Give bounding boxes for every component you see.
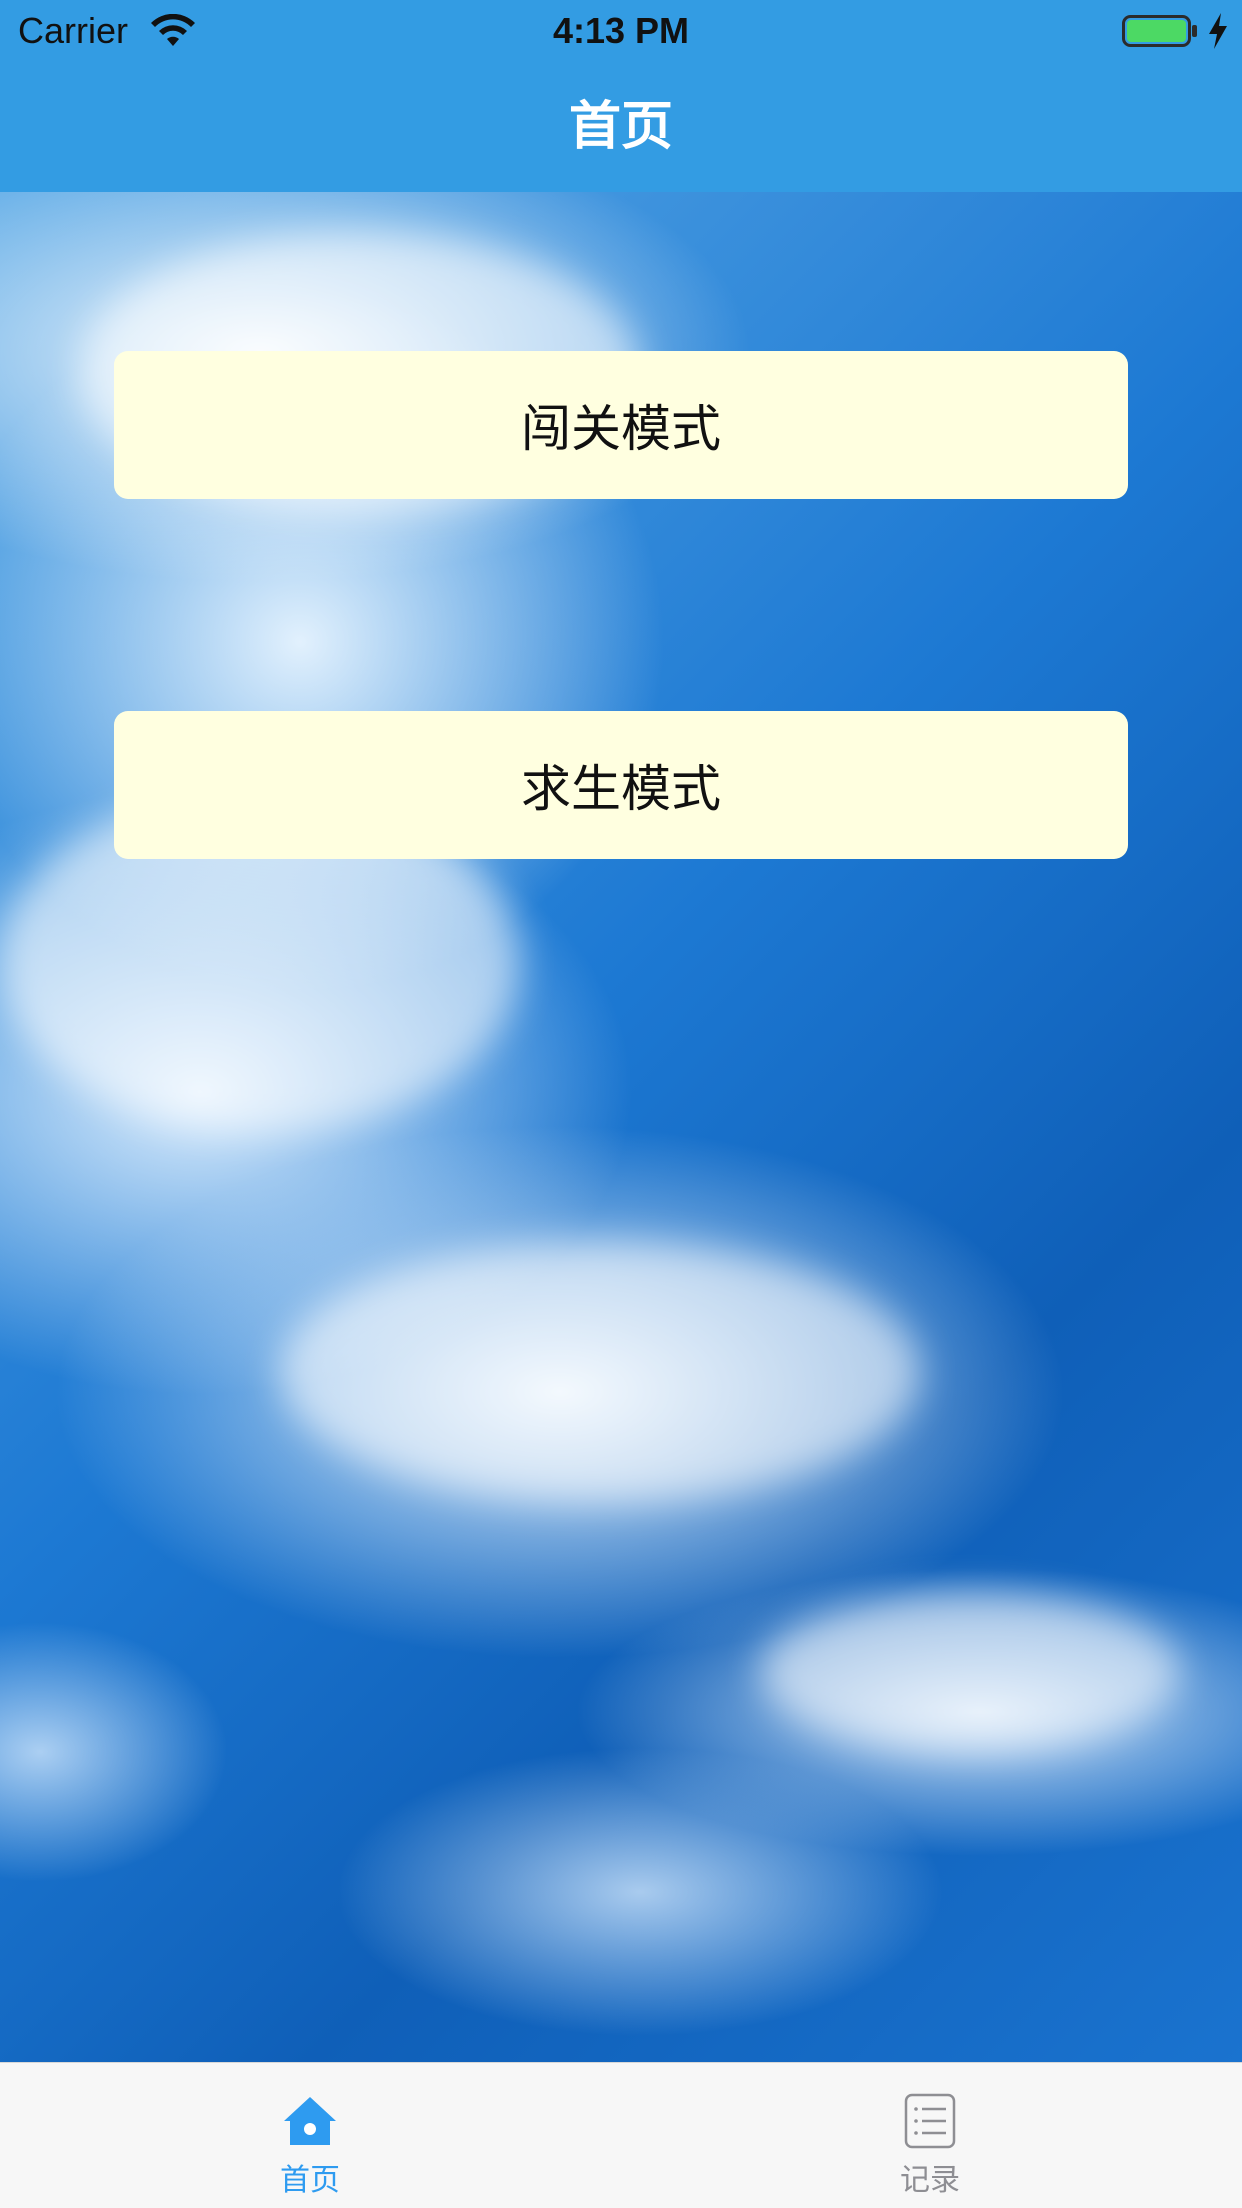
home-icon xyxy=(284,2097,336,2145)
level-mode-button[interactable]: 闯关模式 xyxy=(114,351,1128,499)
header: Carrier 4:13 PM 首页 xyxy=(0,0,1242,192)
status-bar: Carrier 4:13 PM xyxy=(0,0,1242,62)
page-title: 首页 xyxy=(568,97,673,157)
charging-bolt-icon xyxy=(1209,13,1227,49)
tab-records[interactable]: 记录 xyxy=(780,2063,1080,2208)
list-icon xyxy=(904,2093,956,2149)
cloud-wisp xyxy=(280,1242,920,1502)
tab-home[interactable]: 首页 xyxy=(160,2063,460,2208)
cloud-wisp xyxy=(760,1592,1180,1752)
battery-full-icon xyxy=(1122,15,1197,47)
status-time: 4:13 PM xyxy=(552,10,690,51)
tab-bar: 首页 记录 xyxy=(0,2062,1242,2208)
tab-home-label: 首页 xyxy=(280,2163,340,2198)
survival-mode-button[interactable]: 求生模式 xyxy=(114,711,1128,859)
app-screen: Carrier 4:13 PM 首页 闯关模式 求生模式 首页 记录 xyxy=(0,0,1242,2208)
tab-records-label: 记录 xyxy=(900,2163,960,2198)
